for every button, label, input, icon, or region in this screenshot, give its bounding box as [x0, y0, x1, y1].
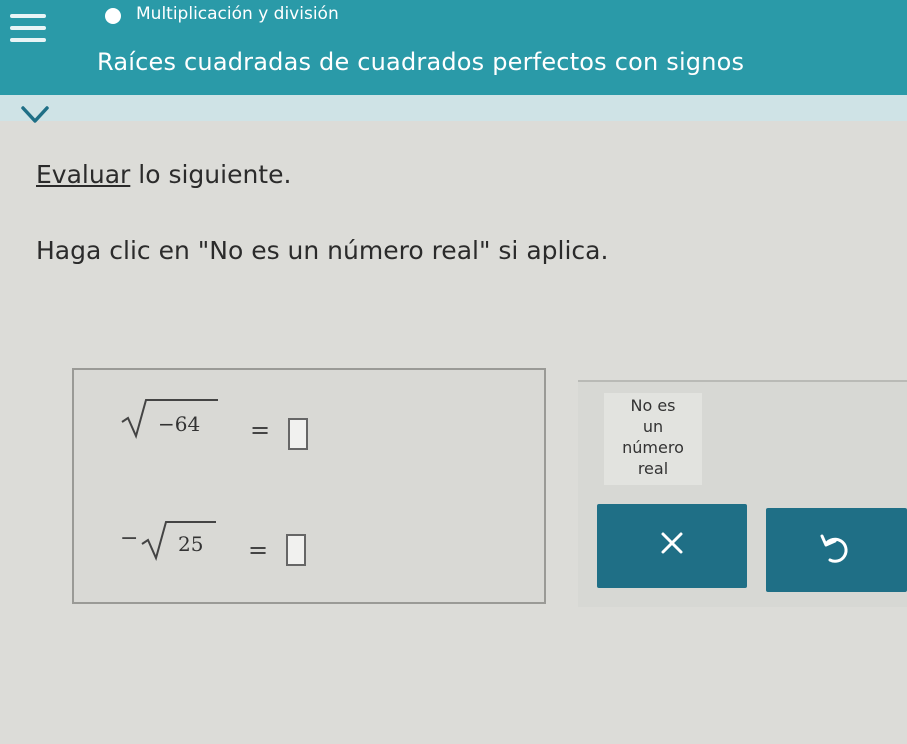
not-real-line-2: un — [642, 417, 664, 436]
undo-button[interactable] — [766, 508, 907, 592]
clear-button[interactable] — [597, 504, 747, 588]
evaluate-link[interactable]: Evaluar — [36, 160, 130, 189]
breadcrumb: Multiplicación y división — [136, 4, 339, 24]
chevron-down-icon[interactable] — [18, 103, 52, 127]
x-icon — [661, 532, 683, 554]
radicand-2: 25 — [178, 532, 204, 556]
radicand-1: −64 — [158, 412, 201, 436]
page-title: Raíces cuadradas de cuadrados perfectos … — [97, 48, 745, 76]
instruction-evaluate: Evaluar lo siguiente. — [36, 160, 291, 189]
not-a-real-number-button[interactable]: No es un número real — [604, 393, 702, 485]
not-real-line-3: número — [622, 438, 684, 457]
equals-sign-1: = — [250, 416, 271, 444]
problem-box: −64 = − 25 = — [72, 368, 546, 604]
not-real-line-1: No es — [630, 396, 676, 415]
status-dot-icon — [105, 8, 121, 24]
answer-input-2[interactable] — [286, 534, 306, 566]
equals-sign-2: = — [248, 536, 269, 564]
not-real-line-4: real — [637, 459, 669, 478]
instruction-evaluate-rest: lo siguiente. — [130, 160, 292, 189]
header-bar: Multiplicación y división Raíces cuadrad… — [0, 0, 907, 95]
undo-icon — [820, 534, 848, 563]
answer-input-1[interactable] — [288, 418, 308, 450]
menu-icon[interactable] — [6, 10, 50, 50]
instruction-not-real: Haga clic en "No es un número real" si a… — [36, 236, 609, 265]
collapse-bar — [0, 95, 907, 121]
negative-sign-2: − — [120, 526, 139, 551]
